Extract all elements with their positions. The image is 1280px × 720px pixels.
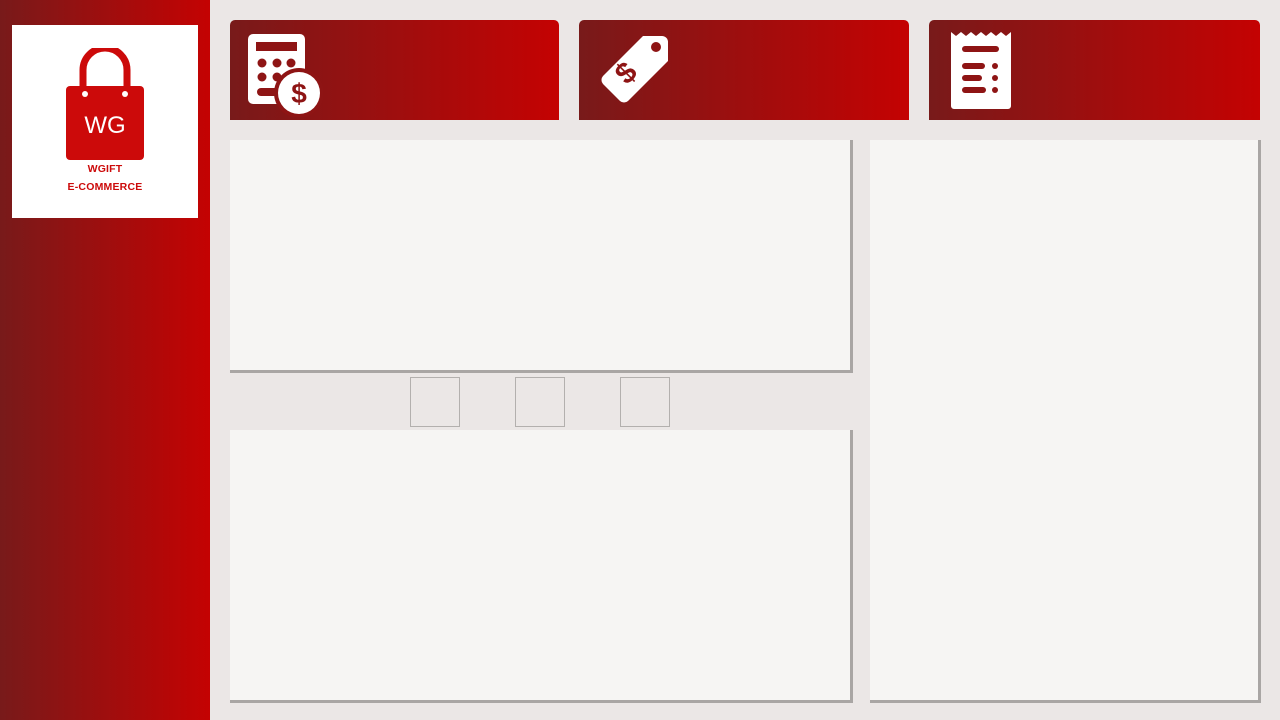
- stat-card-pricing[interactable]: $: [579, 20, 909, 120]
- pager-box-3[interactable]: [620, 377, 670, 427]
- brand-logo[interactable]: WG WGIFT E-COMMERCE: [12, 25, 198, 218]
- brand-name-line1: WGIFT: [87, 163, 123, 175]
- bottom-left-panel: [230, 430, 853, 703]
- shopping-bag-logo-icon: WG: [66, 48, 144, 160]
- receipt-icon: [951, 32, 1011, 109]
- sidebar: WG WGIFT E-COMMERCE: [0, 0, 210, 720]
- svg-text:$: $: [291, 78, 307, 109]
- stat-card-orders[interactable]: [929, 20, 1260, 120]
- right-panel: [870, 140, 1261, 703]
- pager-box-2[interactable]: [515, 377, 565, 427]
- pager-box-1[interactable]: [410, 377, 460, 427]
- top-left-panel: [230, 140, 853, 373]
- brand-name-line2: E-COMMERCE: [67, 181, 143, 193]
- logo-initials: WG: [84, 112, 125, 139]
- stat-card-sales[interactable]: $: [230, 20, 559, 120]
- price-tag-dollar-icon: $: [601, 36, 668, 103]
- calculator-dollar-icon: $: [248, 34, 323, 117]
